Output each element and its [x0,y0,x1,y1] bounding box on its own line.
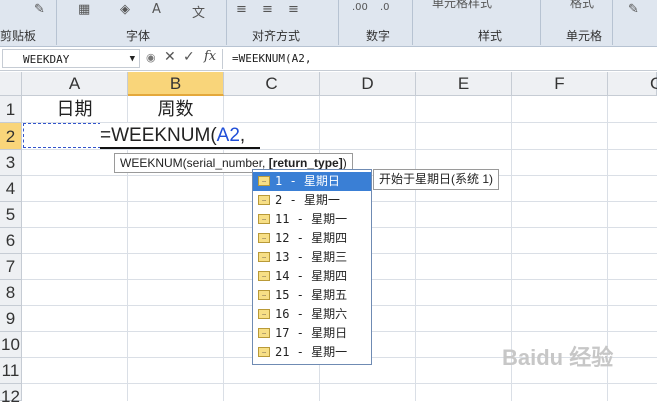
gridline [415,96,416,401]
row-header-2[interactable]: 2 [0,123,22,150]
align-left-icon[interactable]: ≡ [236,2,247,17]
list-item-icon: … [258,214,270,224]
row-header-5[interactable]: 5 [0,202,22,228]
cell-styles-button[interactable]: 单元格样式 [432,0,492,11]
autocomplete-item[interactable]: … 21 - 星期一 [253,343,371,362]
cell-a1[interactable]: 日期 [22,96,127,122]
gridline [22,383,657,384]
format-button[interactable]: 格式 [570,0,594,11]
formula-comma: , [239,125,246,146]
column-header-e[interactable]: E [416,72,512,96]
row-header-1[interactable]: 1 [0,96,22,123]
autocomplete-item[interactable]: … 11 - 星期一 [253,210,371,229]
row-header-7[interactable]: 7 [0,254,22,280]
formula-bar: WEEKDAY ▼ ◉ ✕ ✓ fx =WEEKNUM(A2, [0,48,657,71]
border-icon[interactable]: ▦ [78,2,90,17]
name-box-value: WEEKDAY [23,53,70,66]
autocomplete-item[interactable]: … 15 - 星期五 [253,286,371,305]
enter-icon[interactable]: ✓ [183,49,195,65]
formula-input[interactable]: =WEEKNUM(A2, [232,48,311,70]
cancel-icon[interactable]: ✕ [164,49,176,65]
tooltip-current-argument: [return_type] [268,156,343,170]
ribbon-group-styles[interactable]: 样式 [478,27,502,44]
row-header-11[interactable]: 11 [0,358,22,384]
align-right-icon[interactable]: ≡ [288,2,299,17]
fill-color-icon[interactable]: ◈ [120,2,130,17]
insert-function-icon[interactable]: fx [204,49,216,64]
formula-reference-a2: A2 [216,125,240,146]
font-color-icon[interactable]: A [152,2,161,17]
ribbon-separator [412,0,413,45]
chevron-down-icon[interactable]: ▼ [130,50,135,69]
name-box[interactable]: WEEKDAY ▼ [2,49,140,68]
list-item-icon: … [258,309,270,319]
ribbon-group-font[interactable]: 字体 [126,27,150,44]
column-header-g[interactable]: G [608,72,657,96]
row-header-4[interactable]: 4 [0,176,22,202]
ribbon-separator [338,0,339,45]
list-item-icon: … [258,271,270,281]
cell-b1[interactable]: 周数 [128,96,223,122]
ribbon-separator [540,0,541,45]
tooltip-close-paren: ) [342,156,347,170]
formula-function-text: =WEEKNUM( [100,125,217,146]
row-header-10[interactable]: 10 [0,332,22,358]
row-header-3[interactable]: 3 [0,150,22,176]
tooltip-function-signature: WEEKNUM(serial_number, [120,156,269,170]
list-item-icon: … [258,328,270,338]
column-header-f[interactable]: F [512,72,608,96]
ribbon-separator [56,0,57,45]
row-header-8[interactable]: 8 [0,280,22,306]
ribbon-group-alignment[interactable]: 对齐方式 [252,27,300,44]
list-item-icon: … [258,233,270,243]
list-item-icon: … [258,176,270,186]
row-header-12[interactable]: 12 [0,384,22,406]
expand-icon[interactable]: ◉ [146,51,156,64]
formula-divider [222,49,223,69]
ribbon-group-clipboard[interactable]: 剪贴板 [0,27,36,44]
autocomplete-item[interactable]: … 13 - 星期三 [253,248,371,267]
list-item-icon: … [258,195,270,205]
autocomplete-description-tooltip: 开始于星期日(系统 1) [373,169,500,190]
autocomplete-item[interactable]: … 16 - 星期六 [253,305,371,324]
list-item-icon: … [258,290,270,300]
gridline [22,149,657,150]
row-header-9[interactable]: 9 [0,306,22,332]
autocomplete-item[interactable]: … 14 - 星期四 [253,267,371,286]
baidu-watermark: Baidu 经验 [502,345,614,370]
select-all-corner[interactable] [0,72,22,96]
list-item-icon: … [258,252,270,262]
cell-b2-editor[interactable]: =WEEKNUM(A2, [100,123,260,149]
column-header-b[interactable]: B [128,72,224,96]
autocomplete-list[interactable]: … 1 - 星期日 … 2 - 星期一 … 11 - 星期一 … 12 - 星期四 … 1… [252,169,372,365]
autocomplete-item[interactable]: … 2 - 星期一 [253,191,371,210]
column-header-c[interactable]: C [224,72,320,96]
autocomplete-item[interactable]: … 12 - 星期四 [253,229,371,248]
ribbon-separator [226,0,227,45]
autocomplete-item[interactable]: … 1 - 星期日 [253,172,371,191]
align-center-icon[interactable]: ≡ [262,2,273,17]
ribbon-group-number[interactable]: 数字 [366,27,390,44]
format-painter-icon[interactable]: ✎ [34,2,45,17]
edit-icon[interactable]: ✎ [628,2,639,17]
decrease-decimal-icon[interactable]: .0 [380,2,390,13]
increase-decimal-icon[interactable]: .00 [352,2,368,13]
ribbon: ✎ 剪贴板 ▦ ◈ A 文 字体 ≡ ≡ ≡ 对齐方式 .00 .0 数字 单元… [0,0,657,47]
ribbon-group-cells[interactable]: 单元格 [566,27,602,44]
column-header-a[interactable]: A [22,72,128,96]
row-header-6[interactable]: 6 [0,228,22,254]
ribbon-separator [612,0,613,45]
phonetic-icon[interactable]: 文 [192,2,205,21]
list-item-icon: … [258,347,270,357]
column-header-d[interactable]: D [320,72,416,96]
autocomplete-item[interactable]: … 17 - 星期日 [253,324,371,343]
